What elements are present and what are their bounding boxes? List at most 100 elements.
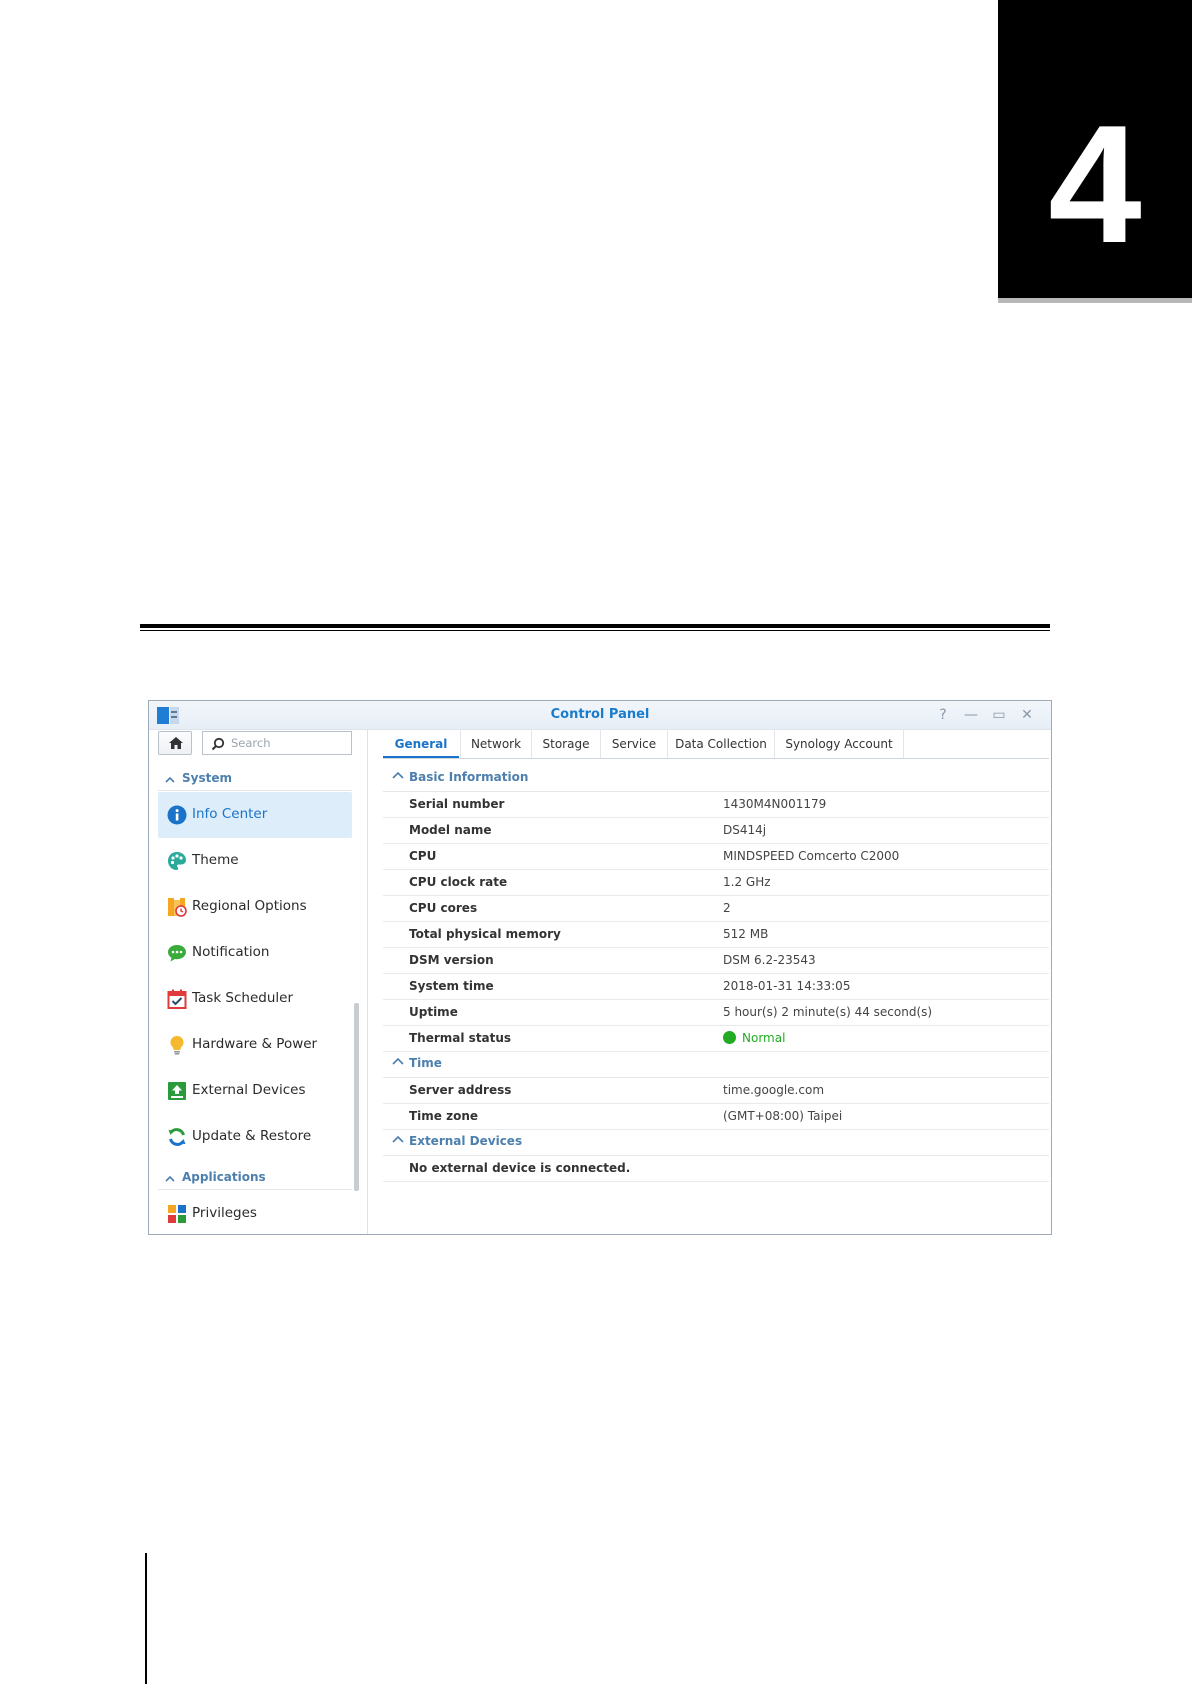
collapse-icon — [392, 771, 404, 779]
collapse-icon — [392, 1057, 404, 1065]
grid-icon — [168, 1205, 186, 1223]
section-rule — [140, 624, 1050, 628]
info-row: Serial number 1430M4N001179 — [383, 791, 1049, 818]
section-time[interactable]: Time — [383, 1051, 1049, 1078]
info-value: 1.2 GHz — [723, 875, 771, 889]
info-key: Uptime — [409, 1005, 458, 1019]
minimize-button[interactable]: — — [961, 705, 981, 725]
tab-synology-account[interactable]: Synology Account — [775, 730, 903, 758]
sidebar-item-label: Task Scheduler — [192, 990, 294, 1006]
search-field[interactable]: Search — [202, 731, 352, 755]
search-icon — [211, 737, 225, 751]
section-rule-thin — [140, 630, 1050, 631]
sidebar-item-label: Hardware & Power — [192, 1036, 318, 1052]
external-devices-message: No external device is connected. — [409, 1161, 631, 1175]
control-panel-window: Control Panel ? — ▭ ✕ Search System Info… — [148, 700, 1052, 1235]
info-value: 5 hour(s) 2 minute(s) 44 second(s) — [723, 1005, 933, 1019]
thermal-status-value: Normal — [742, 1031, 786, 1045]
tab-general[interactable]: General — [383, 730, 459, 758]
sidebar-item-regional-options[interactable]: Regional Options — [158, 884, 352, 930]
tab-separator — [903, 730, 904, 758]
collapse-system-icon[interactable] — [164, 774, 176, 786]
collapse-icon — [392, 1135, 404, 1143]
help-button[interactable]: ? — [933, 705, 953, 725]
section-basic-information[interactable]: Basic Information — [383, 765, 1049, 792]
tab-storage[interactable]: Storage — [532, 730, 600, 758]
info-key: DSM version — [409, 953, 494, 967]
tab-service[interactable]: Service — [601, 730, 667, 758]
info-row: Thermal status Normal — [383, 1025, 1049, 1052]
status-ok-icon — [723, 1031, 736, 1044]
info-key: Thermal status — [409, 1031, 512, 1045]
info-value: time.google.com — [723, 1083, 825, 1097]
info-icon — [167, 805, 187, 825]
info-row: CPU clock rate 1.2 GHz — [383, 869, 1049, 896]
section-title: Time — [409, 1056, 442, 1070]
sidebar-item-label: Regional Options — [192, 898, 307, 914]
tab-bar: General Network Storage Service Data Col… — [383, 730, 1049, 759]
search-input[interactable]: Search — [231, 736, 271, 750]
sidebar-item-label: Info Center — [192, 806, 268, 822]
refresh-icon — [168, 1128, 186, 1146]
maximize-button[interactable]: ▭ — [989, 705, 1009, 725]
info-row: Total physical memory 512 MB — [383, 921, 1049, 948]
upload-icon — [168, 1082, 186, 1100]
category-applications[interactable]: Applications — [182, 1170, 266, 1184]
tab-network[interactable]: Network — [461, 730, 531, 758]
divider — [158, 1189, 352, 1190]
collapse-applications-icon[interactable] — [164, 1173, 176, 1185]
close-button[interactable]: ✕ — [1017, 705, 1037, 725]
sidebar-item-external-devices[interactable]: External Devices — [158, 1068, 352, 1114]
sidebar-item-theme[interactable]: Theme — [158, 838, 352, 884]
info-key: Server address — [409, 1083, 512, 1097]
chapter-number: 4 — [1048, 90, 1142, 278]
home-icon — [169, 737, 183, 749]
info-key: System time — [409, 979, 494, 993]
chat-bubble-icon — [168, 945, 186, 962]
info-value: 2 — [723, 901, 731, 915]
info-row: System time 2018-01-31 14:33:05 — [383, 973, 1049, 1000]
info-value: DS414j — [723, 823, 767, 837]
sidebar-item-hardware-power[interactable]: Hardware & Power — [158, 1022, 352, 1068]
category-system[interactable]: System — [182, 771, 232, 785]
sidebar-item-update-restore[interactable]: Update & Restore — [158, 1114, 352, 1160]
sidebar-item-info-center[interactable]: Info Center — [158, 792, 352, 838]
info-value: DSM 6.2-23543 — [723, 953, 816, 967]
sidebar-item-label: Theme — [192, 852, 239, 868]
section-external-devices[interactable]: External Devices — [383, 1129, 1049, 1156]
info-row: Model name DS414j — [383, 817, 1049, 844]
calendar-check-icon — [167, 989, 187, 1009]
sidebar-item-label: Notification — [192, 944, 270, 960]
info-value: Normal — [723, 1031, 785, 1045]
sidebar-scrollbar[interactable] — [354, 1003, 359, 1191]
info-key: CPU clock rate — [409, 875, 508, 889]
info-key: Time zone — [409, 1109, 479, 1123]
sidebar-item-label: Privileges — [192, 1205, 257, 1221]
section-title: Basic Information — [409, 770, 529, 784]
title-bar: Control Panel ? — ▭ ✕ — [149, 701, 1051, 730]
section-title: External Devices — [409, 1134, 523, 1148]
info-row: CPU cores 2 — [383, 895, 1049, 922]
info-key: Serial number — [409, 797, 505, 811]
sidebar: Search System Info Center Theme Regional… — [149, 730, 368, 1234]
margin-line — [145, 1553, 147, 1684]
info-row: CPU MINDSPEED Comcerto C2000 — [383, 843, 1049, 870]
sidebar-item-label: External Devices — [192, 1082, 306, 1098]
tab-data-collection[interactable]: Data Collection — [668, 730, 774, 758]
info-key: CPU cores — [409, 901, 478, 915]
info-value: 1430M4N001179 — [723, 797, 827, 811]
info-value: MINDSPEED Comcerto C2000 — [723, 849, 900, 863]
sidebar-item-privileges[interactable]: Privileges — [158, 1191, 352, 1237]
window-title: Control Panel — [550, 707, 650, 722]
palette-icon — [168, 852, 186, 870]
info-key: Total physical memory — [409, 927, 561, 941]
sidebar-item-notification[interactable]: Notification — [158, 930, 352, 976]
calendar-clock-icon — [168, 898, 187, 917]
chapter-marker: 4 — [998, 0, 1192, 298]
sidebar-item-task-scheduler[interactable]: Task Scheduler — [158, 976, 352, 1022]
home-button[interactable] — [158, 731, 192, 755]
info-row: DSM version DSM 6.2-23543 — [383, 947, 1049, 974]
info-row: No external device is connected. — [383, 1155, 1049, 1182]
info-key: Model name — [409, 823, 492, 837]
info-key: CPU — [409, 849, 437, 863]
